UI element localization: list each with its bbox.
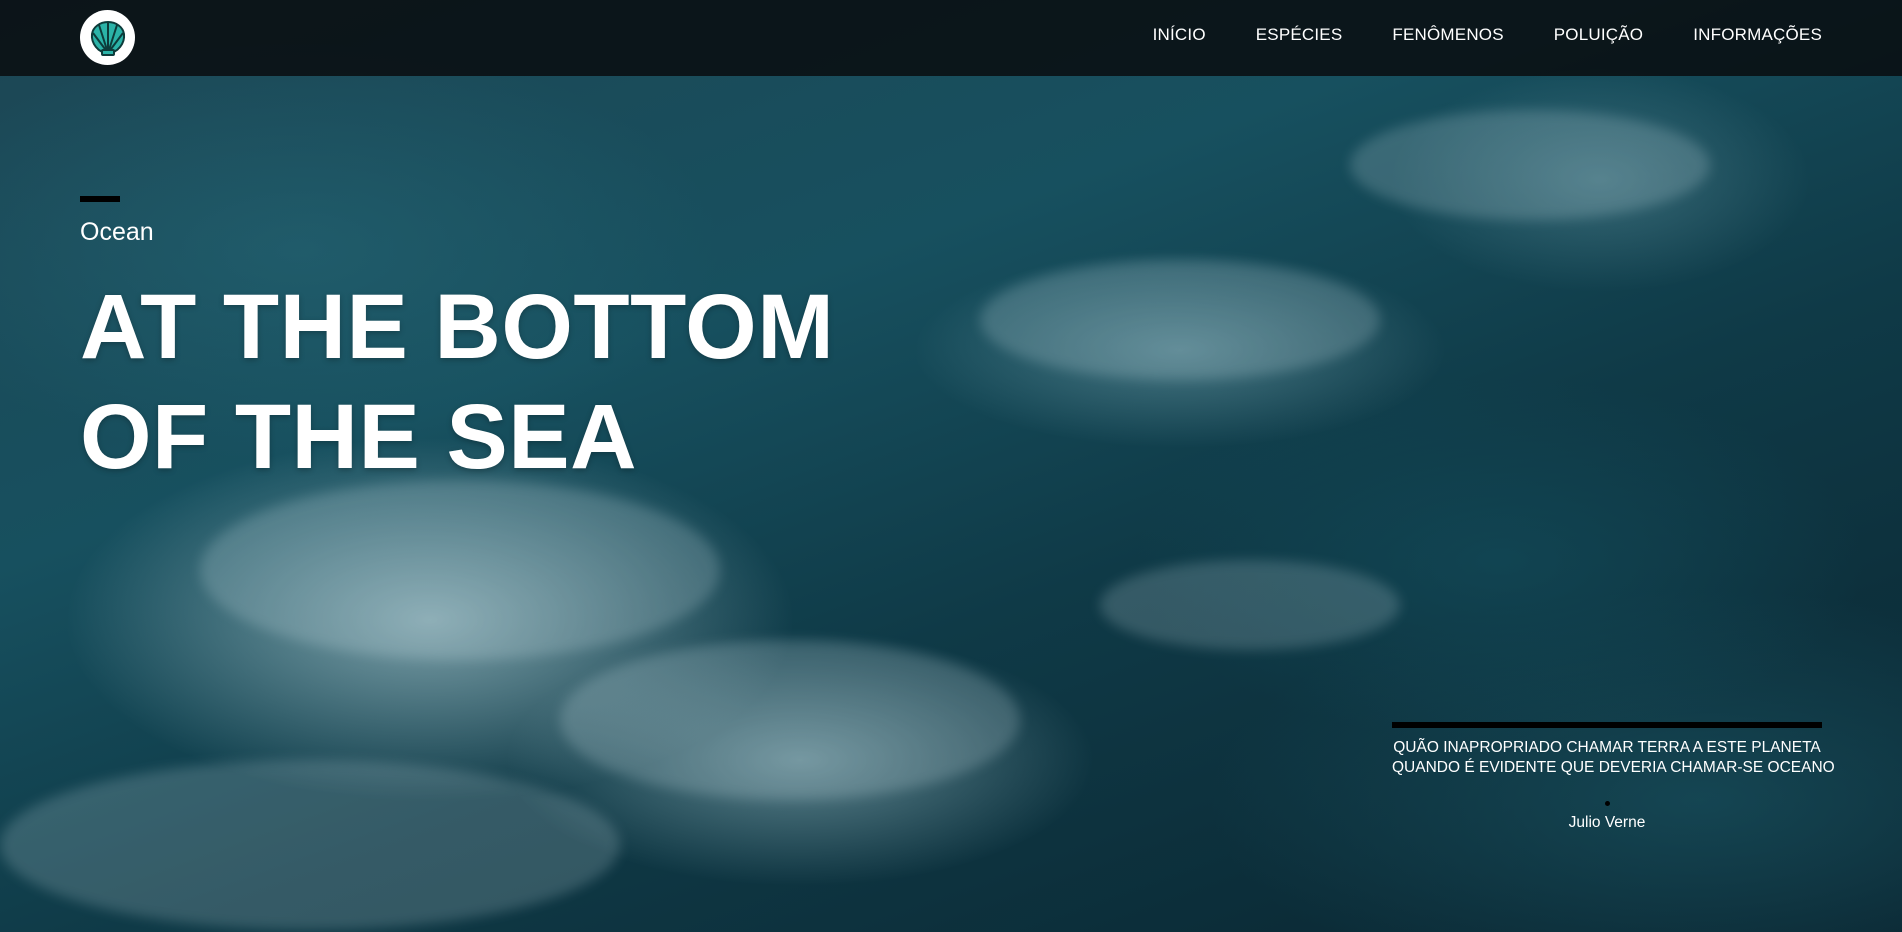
hero-eyebrow: Ocean — [80, 218, 154, 246]
background-foam — [1350, 110, 1710, 220]
top-navbar: INÍCIO ESPÉCIES FENÔMENOS POLUIÇÃO INFOR… — [0, 0, 1902, 76]
eyebrow-accent-bar — [80, 196, 120, 202]
quote-line-1: QUÃO INAPROPRIADO CHAMAR TERRA A ESTE PL… — [1393, 739, 1821, 756]
nav-link-fenomenos[interactable]: FENÔMENOS — [1392, 25, 1503, 45]
background-foam — [560, 640, 1020, 800]
nav-link-inicio[interactable]: INÍCIO — [1153, 25, 1206, 45]
nav-link-poluicao[interactable]: POLUIÇÃO — [1554, 25, 1643, 45]
hero-section: INÍCIO ESPÉCIES FENÔMENOS POLUIÇÃO INFOR… — [0, 0, 1902, 932]
background-foam — [200, 480, 720, 660]
main-nav: INÍCIO ESPÉCIES FENÔMENOS POLUIÇÃO INFOR… — [1153, 0, 1822, 70]
quote-line-2: QUANDO É EVIDENTE QUE DEVERIA CHAMAR-SE … — [1392, 759, 1835, 776]
quote-text: QUÃO INAPROPRIADO CHAMAR TERRA A ESTE PL… — [1392, 738, 1835, 778]
background-foam — [980, 260, 1380, 380]
nav-link-informacoes[interactable]: INFORMAÇÕES — [1693, 25, 1822, 45]
quote-accent-bar — [1392, 722, 1822, 728]
quote-author: Julio Verne — [1568, 814, 1646, 831]
hero-headline-line-1: AT THE BOTTOM — [80, 276, 835, 378]
background-foam — [0, 760, 620, 930]
hero-headline-line-2: OF THE SEA — [80, 386, 638, 488]
quote-separator-dot — [1605, 801, 1610, 806]
logo[interactable] — [80, 10, 135, 65]
hero-headline: AT THE BOTTOM OF THE SEA — [80, 272, 834, 492]
nav-link-especies[interactable]: ESPÉCIES — [1256, 25, 1343, 45]
seashell-icon — [90, 20, 125, 56]
background-foam — [1100, 560, 1400, 650]
